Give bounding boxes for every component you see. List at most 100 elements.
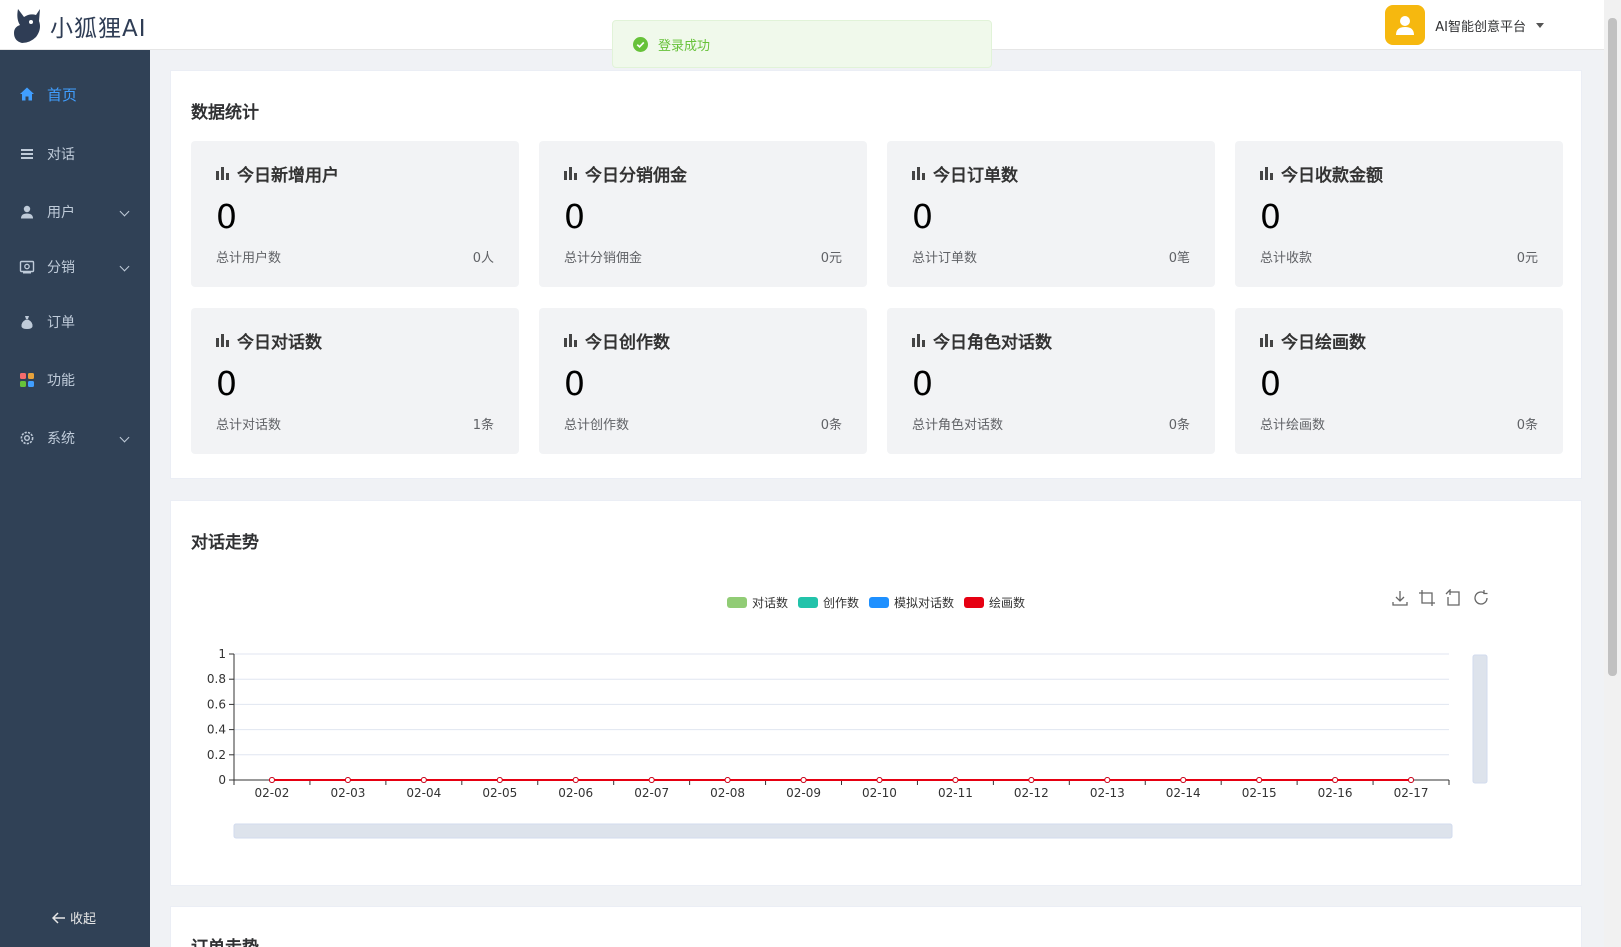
data-point: [952, 777, 959, 783]
restore-icon[interactable]: [1472, 589, 1490, 607]
data-point: [952, 777, 959, 783]
stat-total: 0笔: [1168, 251, 1190, 266]
avatar[interactable]: [1385, 5, 1426, 45]
data-point: [1028, 777, 1035, 783]
data-point: [1256, 777, 1263, 783]
y-tick-label: 0.4: [207, 723, 226, 737]
data-point: [344, 777, 351, 783]
check-circle-icon: [633, 36, 648, 52]
collapse-button[interactable]: 收起: [52, 908, 96, 927]
data-point: [724, 777, 731, 783]
data-point: [876, 777, 883, 783]
sidebar-item-features[interactable]: 功能: [0, 352, 150, 408]
data-point: [952, 777, 959, 783]
legend-item[interactable]: 绘画数: [964, 594, 1025, 611]
bar-chart-icon: [1260, 167, 1273, 180]
chart-legend: 对话数 创作数 模拟对话数 绘画数: [171, 594, 1581, 611]
data-point: [1408, 777, 1415, 783]
sidebar-item-orders[interactable]: 订单: [0, 294, 150, 350]
x-tick-label: 02-06: [558, 786, 593, 800]
data-point: [268, 777, 275, 783]
data-point: [344, 777, 351, 783]
stat-total: 0条: [820, 418, 842, 433]
sidebar-item-chat[interactable]: 对话: [0, 126, 150, 182]
legend-item[interactable]: 创作数: [797, 594, 859, 611]
stat-foot-label: 总计分销佣金: [564, 251, 643, 266]
data-point: [420, 777, 427, 783]
zoom-reset-icon[interactable]: [1445, 589, 1463, 607]
logo[interactable]: 小狐狸AI: [12, 6, 147, 46]
data-point: [572, 777, 579, 783]
chevron-down-icon: [119, 432, 130, 443]
x-tick-label: 02-05: [482, 786, 517, 800]
sidebar-item-label: 分销: [47, 260, 75, 276]
data-point: [1104, 777, 1111, 783]
data-point: [572, 777, 579, 783]
vertical-datazoom-slider: [1472, 654, 1488, 784]
bar-chart-icon: [912, 334, 925, 347]
bar-chart-icon: [216, 334, 229, 347]
download-icon[interactable]: [1391, 589, 1409, 607]
stat-card: 今日收款金额 0 总计收款 0元: [1235, 141, 1563, 287]
stat-total: 1条: [472, 418, 494, 433]
chevron-down-icon: [119, 261, 130, 272]
collapse-label: 收起: [70, 912, 97, 927]
chevron-down-icon: [119, 206, 130, 217]
stat-value: 0: [912, 364, 933, 403]
stat-title-text: 今日角色对话数: [933, 333, 1052, 353]
stat-title: 今日绘画数: [1260, 328, 1366, 353]
data-point: [1256, 777, 1263, 783]
stat-value: 0: [912, 197, 933, 236]
page-scrollbar[interactable]: [1604, 0, 1621, 947]
x-tick-label: 02-04: [406, 786, 441, 800]
x-tick-label: 02-15: [1242, 786, 1277, 800]
sidebar-item-distribution[interactable]: 分销: [0, 239, 150, 295]
sidebar-item-home[interactable]: 首页: [0, 66, 150, 122]
stats-panel: 数据统计 今日新增用户 0 总计用户数 0人 今日分销佣金 0 总计分销佣金 0元 今日订单数 0…: [170, 70, 1582, 479]
money-bag-icon: [21, 316, 33, 329]
data-point: [1028, 777, 1035, 783]
user-menu[interactable]: AI智能创意平台: [1385, 5, 1544, 45]
legend-item[interactable]: 对话数: [726, 594, 788, 611]
data-point: [1408, 777, 1415, 783]
sidebar-item-system[interactable]: 系统: [0, 410, 150, 466]
stat-foot-label: 总计收款: [1260, 251, 1313, 266]
bar-chart-icon: [1260, 334, 1273, 347]
stat-card: 今日创作数 0 总计创作数 0条: [539, 308, 867, 454]
stat-title-text: 今日新增用户: [237, 166, 339, 186]
legend-swatch: [964, 597, 985, 608]
data-point: [1332, 777, 1339, 783]
data-point: [420, 777, 427, 783]
zoom-icon[interactable]: [1418, 589, 1436, 607]
data-point: [496, 777, 503, 783]
stat-card: 今日绘画数 0 总计绘画数 0条: [1235, 308, 1563, 454]
legend-item[interactable]: 模拟对话数: [869, 594, 954, 611]
legend-label: 绘画数: [989, 596, 1026, 610]
stat-title: 今日角色对话数: [912, 328, 1052, 353]
stat-title-text: 今日分销佣金: [585, 166, 687, 186]
stat-title: 今日对话数: [216, 328, 322, 353]
legend-swatch: [869, 597, 889, 608]
home-icon: [20, 87, 34, 101]
data-point: [268, 777, 275, 783]
sidebar-item-users[interactable]: 用户: [0, 184, 150, 240]
arrow-left-icon: [52, 911, 65, 924]
data-point: [724, 777, 731, 783]
stat-title: 今日创作数: [564, 328, 670, 353]
stat-value: 0: [1260, 364, 1281, 403]
data-point: [1332, 777, 1339, 783]
data-point: [496, 777, 503, 783]
trend-title: 对话走势: [191, 533, 259, 553]
scrollbar-thumb[interactable]: [1608, 18, 1617, 676]
data-point: [1028, 777, 1035, 783]
sidebar-item-label: 系统: [47, 431, 75, 447]
stat-value: 0: [216, 197, 237, 236]
data-point: [648, 777, 655, 783]
data-point: [572, 777, 579, 783]
data-point: [1332, 777, 1339, 783]
data-point: [648, 777, 655, 783]
stat-total: 0元: [820, 251, 842, 266]
x-tick-label: 02-14: [1166, 786, 1201, 800]
chart-toolbox: [1391, 589, 1490, 607]
sidebar-item-label: 对话: [47, 147, 75, 163]
